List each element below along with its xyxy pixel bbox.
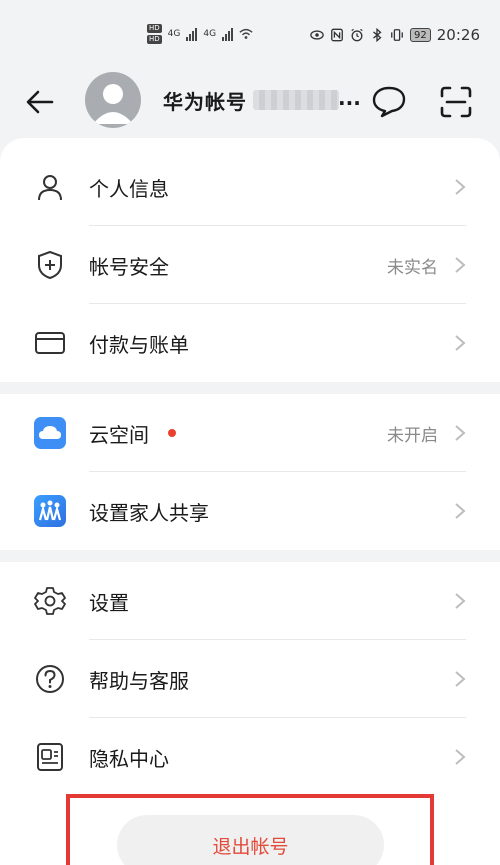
menu-item-label: 隐私中心 bbox=[89, 746, 169, 771]
menu-item-cloud-space[interactable]: 云空间 未开启 bbox=[0, 394, 500, 472]
wifi-icon bbox=[239, 28, 253, 39]
person-icon bbox=[38, 175, 62, 201]
menu-item-label: 个人信息 bbox=[89, 176, 169, 201]
clock: 20:26 bbox=[436, 26, 480, 44]
card-icon bbox=[35, 332, 65, 354]
notification-dot bbox=[168, 429, 176, 437]
menu-item-personal-info[interactable]: 个人信息 bbox=[0, 148, 500, 226]
chevron-right-icon bbox=[455, 503, 466, 519]
menu-item-status: 未开启 bbox=[387, 425, 438, 446]
menu-item-label: 帐号安全 bbox=[89, 254, 169, 279]
status-left: HD HD 4G 4G bbox=[147, 24, 253, 44]
gear-icon bbox=[34, 587, 66, 615]
message-icon[interactable] bbox=[370, 82, 408, 120]
group-separator bbox=[0, 550, 500, 562]
vibrate-icon bbox=[391, 29, 403, 41]
account-menu-sheet: 个人信息 帐号安全 未实名 付款与账单 云空间 未开启 设置家人共享 设置 帮助… bbox=[0, 138, 500, 865]
network-type: 4G bbox=[167, 29, 181, 39]
help-icon bbox=[36, 665, 64, 693]
battery-icon: 92 bbox=[410, 28, 431, 42]
menu-item-label: 云空间 bbox=[89, 422, 149, 447]
menu-item-family-sharing[interactable]: 设置家人共享 bbox=[0, 472, 500, 550]
hd-badge: HD bbox=[147, 24, 162, 33]
bluetooth-icon bbox=[373, 28, 382, 42]
network-type: 4G bbox=[203, 29, 217, 39]
menu-item-label: 设置家人共享 bbox=[89, 500, 209, 525]
menu-item-label: 帮助与客服 bbox=[89, 668, 189, 693]
logout-button[interactable]: 退出帐号 bbox=[117, 815, 384, 865]
chevron-right-icon bbox=[455, 749, 466, 765]
menu-item-status: 未实名 bbox=[387, 257, 438, 278]
menu-item-label: 设置 bbox=[89, 590, 129, 615]
menu-item-payment-billing[interactable]: 付款与账单 bbox=[0, 304, 500, 382]
account-header: 华为帐号 ... bbox=[0, 70, 500, 138]
status-bar: HD HD 4G 4G 92 20:26 bbox=[0, 0, 500, 70]
signal-icon bbox=[186, 27, 198, 41]
signal-icon bbox=[222, 27, 234, 41]
chevron-right-icon bbox=[455, 257, 466, 273]
hd-badges: HD HD bbox=[147, 24, 162, 44]
menu-item-label: 付款与账单 bbox=[89, 332, 189, 357]
privacy-id-icon bbox=[37, 743, 63, 771]
chevron-right-icon bbox=[455, 593, 466, 609]
avatar[interactable] bbox=[85, 72, 141, 128]
menu-item-settings[interactable]: 设置 bbox=[0, 562, 500, 640]
back-arrow-icon[interactable] bbox=[22, 84, 58, 120]
group-separator bbox=[0, 382, 500, 394]
shield-plus-icon bbox=[38, 250, 62, 280]
account-name[interactable]: 华为帐号 bbox=[163, 86, 247, 115]
eye-icon bbox=[310, 30, 324, 40]
family-sharing-icon bbox=[34, 495, 66, 527]
menu-item-help-service[interactable]: 帮助与客服 bbox=[0, 640, 500, 718]
menu-item-privacy-center[interactable]: 隐私中心 bbox=[0, 718, 500, 796]
nfc-icon bbox=[331, 28, 343, 42]
chevron-right-icon bbox=[455, 179, 466, 195]
hd-badge: HD bbox=[147, 35, 162, 44]
masked-account-id bbox=[253, 90, 339, 110]
chevron-right-icon bbox=[455, 425, 466, 441]
menu-item-account-security[interactable]: 帐号安全 未实名 bbox=[0, 226, 500, 304]
chevron-right-icon bbox=[455, 335, 466, 351]
status-right: 92 20:26 bbox=[310, 26, 480, 44]
alarm-icon bbox=[351, 28, 363, 42]
default-avatar-icon bbox=[93, 84, 133, 124]
chevron-right-icon bbox=[455, 671, 466, 687]
name-ellipsis: ... bbox=[338, 86, 361, 110]
cloud-icon bbox=[34, 417, 66, 449]
scan-icon[interactable] bbox=[436, 82, 476, 122]
